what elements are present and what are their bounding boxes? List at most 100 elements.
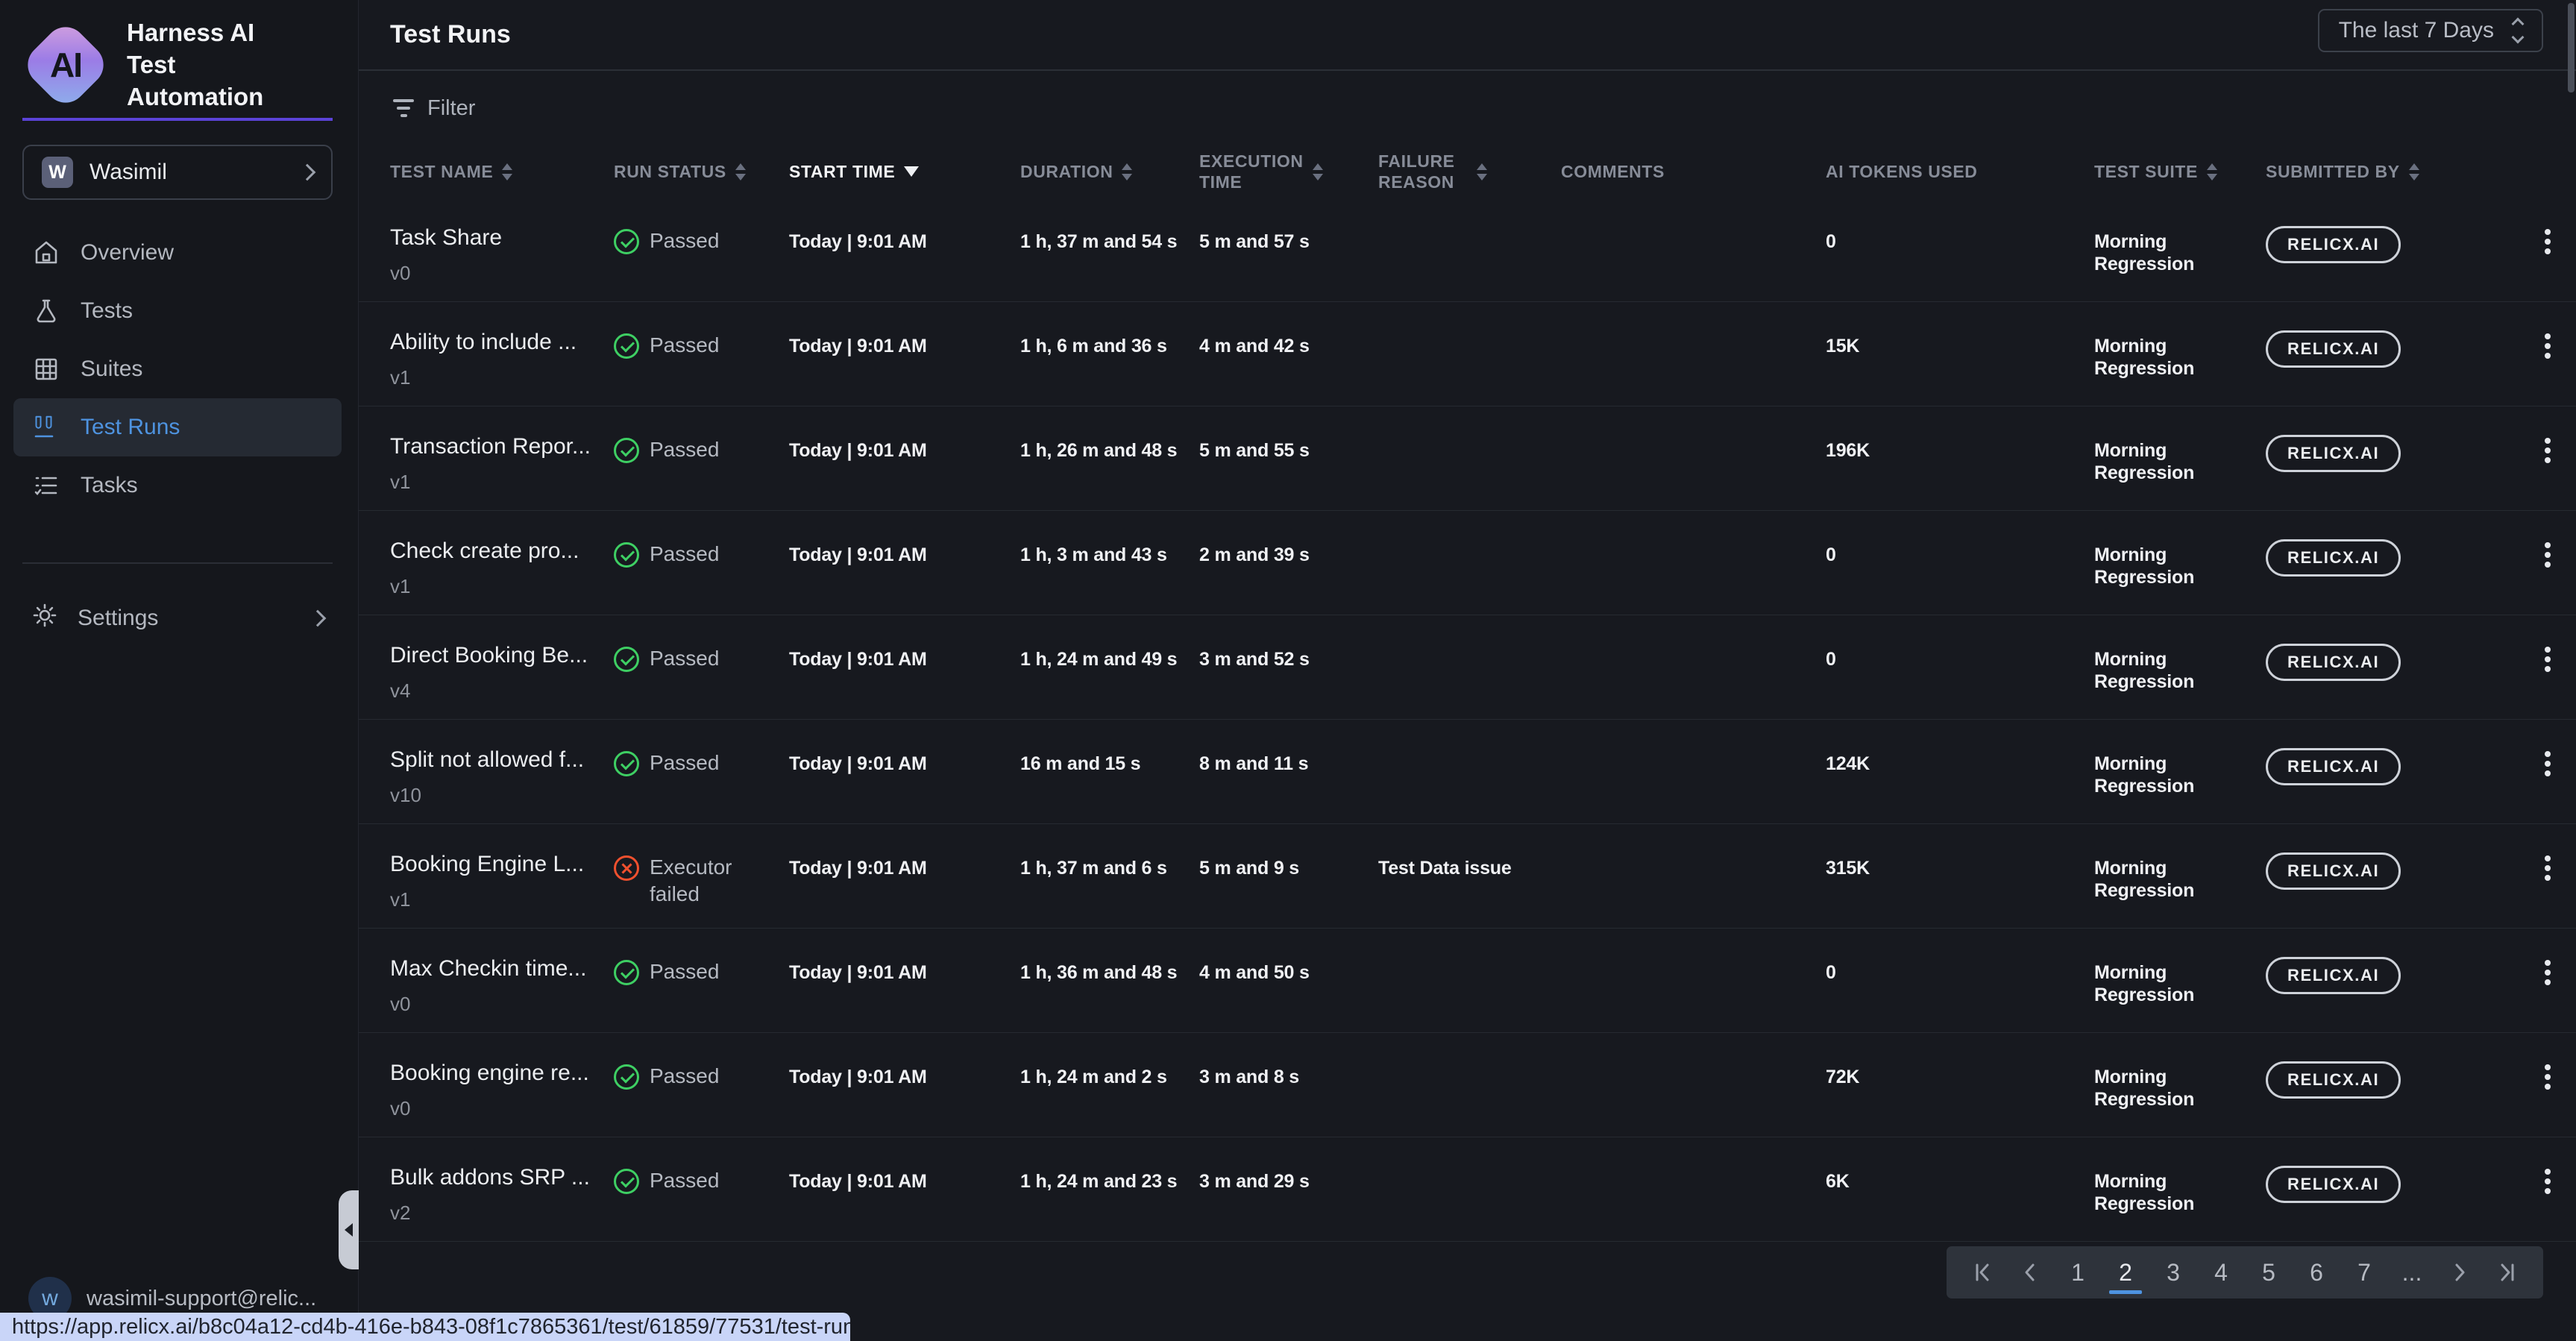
row-actions-kebab-icon[interactable]: [2545, 229, 2551, 235]
date-range-select[interactable]: The last 7 Days: [2318, 9, 2543, 52]
test-name-link[interactable]: Task Share: [390, 198, 603, 251]
filter-button[interactable]: Filter: [427, 96, 475, 121]
test-name-link[interactable]: Max Checkin time...: [390, 929, 603, 982]
comments-cell: [1561, 1137, 1826, 1241]
test-suite-cell: Morning Regression: [2094, 302, 2266, 406]
sidebar-item-label: Test Runs: [81, 415, 180, 440]
workspace-name: Wasimil: [89, 160, 285, 185]
pagination-next-button[interactable]: [2443, 1252, 2476, 1293]
sidebar-item-test-runs[interactable]: Test Runs: [13, 398, 342, 456]
ai-tokens-cell: 0: [1826, 511, 2094, 615]
test-name-link[interactable]: Direct Booking Be...: [390, 615, 603, 669]
select-chevrons-icon: [2513, 19, 2522, 42]
pagination-ellipsis: ...: [2396, 1252, 2428, 1293]
pagination-last-button[interactable]: [2491, 1252, 2524, 1293]
sidebar-collapse-handle[interactable]: [339, 1190, 359, 1269]
column-header-execution-time[interactable]: EXECUTION TIME: [1199, 151, 1378, 192]
test-suite-cell: Morning Regression: [2094, 406, 2266, 510]
passed-check-icon: [614, 438, 639, 463]
vertical-scrollbar[interactable]: [2568, 3, 2575, 92]
row-actions-kebab-icon[interactable]: [2545, 438, 2551, 444]
status-label: Passed: [650, 1063, 719, 1090]
table-row[interactable]: Task Sharev0 Passed Today | 9:01 AM 1 h,…: [359, 198, 2576, 302]
settings-label: Settings: [78, 606, 158, 631]
table-row[interactable]: Transaction Repor...v1 Passed Today | 9:…: [359, 406, 2576, 511]
pagination-page-3[interactable]: 3: [2157, 1252, 2190, 1293]
ai-tokens-cell: 0: [1826, 929, 2094, 1032]
test-name-link[interactable]: Bulk addons SRP ...: [390, 1137, 603, 1191]
sidebar-item-settings[interactable]: Settings: [13, 591, 342, 646]
test-name-link[interactable]: Booking engine re...: [390, 1033, 603, 1087]
test-name-link[interactable]: Split not allowed f...: [390, 720, 603, 773]
table-row[interactable]: Booking engine re...v0 Passed Today | 9:…: [359, 1033, 2576, 1137]
row-actions-kebab-icon[interactable]: [2545, 1064, 2551, 1070]
column-header-run-status[interactable]: RUN STATUS: [614, 161, 789, 182]
failure-reason-cell: [1378, 406, 1561, 510]
execution-time-cell: 4 m and 50 s: [1199, 929, 1378, 1032]
column-header-start-time[interactable]: START TIME: [789, 161, 1020, 182]
pagination-prev-button[interactable]: [2014, 1252, 2046, 1293]
submitted-by-badge: RELICX.AI: [2266, 539, 2401, 577]
failed-x-icon: [614, 855, 639, 881]
column-header-comments[interactable]: COMMENTS: [1561, 161, 1826, 182]
test-name-link[interactable]: Ability to include ...: [390, 302, 603, 356]
sidebar-item-suites[interactable]: Suites: [13, 340, 342, 398]
duration-cell: 1 h, 37 m and 6 s: [1020, 824, 1199, 928]
run-status-cell: Passed: [614, 198, 789, 254]
pagination-page-5[interactable]: 5: [2252, 1252, 2285, 1293]
row-actions-kebab-icon[interactable]: [2545, 647, 2551, 653]
sidebar-divider: [22, 562, 333, 564]
start-time-cell: Today | 9:01 AM: [789, 720, 1020, 823]
pagination-page-1[interactable]: 1: [2061, 1252, 2094, 1293]
row-actions-kebab-icon[interactable]: [2545, 1169, 2551, 1175]
ai-tokens-cell: 0: [1826, 198, 2094, 301]
pagination-page-7[interactable]: 7: [2348, 1252, 2381, 1293]
comments-cell: [1561, 720, 1826, 823]
table-row[interactable]: Bulk addons SRP ...v2 Passed Today | 9:0…: [359, 1137, 2576, 1242]
sidebar-item-tasks[interactable]: Tasks: [13, 456, 342, 515]
column-header-test-suite[interactable]: TEST SUITE: [2094, 161, 2266, 182]
pagination-first-button[interactable]: [1966, 1252, 1999, 1293]
pagination-page-6[interactable]: 6: [2300, 1252, 2333, 1293]
filter-icon[interactable]: [393, 99, 414, 117]
comments-cell: [1561, 615, 1826, 719]
execution-time-cell: 5 m and 55 s: [1199, 406, 1378, 510]
sidebar: AI Harness AI Test Automation W Wasimil …: [0, 0, 359, 1341]
comments-cell: [1561, 198, 1826, 301]
test-suite-cell: Morning Regression: [2094, 1033, 2266, 1137]
app-window: AI Harness AI Test Automation W Wasimil …: [0, 0, 2576, 1341]
row-actions-kebab-icon[interactable]: [2545, 751, 2551, 757]
pagination-page-2-current[interactable]: 2: [2109, 1252, 2142, 1293]
sidebar-item-overview[interactable]: Overview: [13, 224, 342, 282]
column-header-failure-reason[interactable]: FAILURE REASON: [1378, 151, 1561, 192]
row-actions-kebab-icon[interactable]: [2545, 333, 2551, 339]
test-name-link[interactable]: Transaction Repor...: [390, 406, 603, 460]
sidebar-item-tests[interactable]: Tests: [13, 282, 342, 340]
table-row[interactable]: Split not allowed f...v10 Passed Today |…: [359, 720, 2576, 824]
workspace-selector[interactable]: W Wasimil: [22, 145, 333, 200]
column-header-duration[interactable]: DURATION: [1020, 161, 1199, 182]
test-version: v4: [390, 679, 603, 703]
table-row[interactable]: Direct Booking Be...v4 Passed Today | 9:…: [359, 615, 2576, 720]
table-row[interactable]: Check create pro...v1 Passed Today | 9:0…: [359, 511, 2576, 615]
test-name-link[interactable]: Check create pro...: [390, 511, 603, 565]
browser-status-url: https://app.relicx.ai/b8c04a12-cd4b-416e…: [0, 1313, 850, 1341]
submitted-by-badge: RELICX.AI: [2266, 957, 2401, 994]
row-actions-kebab-icon[interactable]: [2545, 855, 2551, 861]
failure-reason-cell: [1378, 198, 1561, 301]
row-actions-kebab-icon[interactable]: [2545, 542, 2551, 548]
table-row[interactable]: Max Checkin time...v0 Passed Today | 9:0…: [359, 929, 2576, 1033]
column-header-test-name[interactable]: TEST NAME: [390, 161, 614, 182]
failure-reason-cell: [1378, 511, 1561, 615]
ai-tokens-cell: 6K: [1826, 1137, 2094, 1241]
app-logo-icon: AI: [27, 26, 104, 104]
sidebar-item-label: Overview: [81, 240, 174, 266]
test-name-link[interactable]: Booking Engine L...: [390, 824, 603, 878]
table-row[interactable]: Ability to include ...v1 Passed Today | …: [359, 302, 2576, 406]
pagination-page-4[interactable]: 4: [2205, 1252, 2237, 1293]
table-row[interactable]: Booking Engine L...v1 Executor failed To…: [359, 824, 2576, 929]
column-header-submitted-by[interactable]: SUBMITTED BY: [2266, 161, 2467, 182]
column-header-ai-tokens[interactable]: AI TOKENS USED: [1826, 161, 2094, 182]
comments-cell: [1561, 929, 1826, 1032]
row-actions-kebab-icon[interactable]: [2545, 960, 2551, 966]
